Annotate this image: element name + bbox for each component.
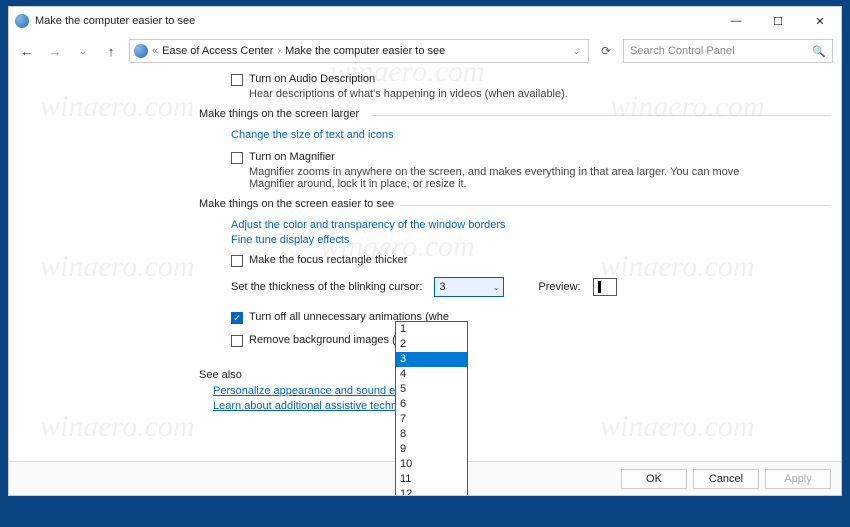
- dropdown-option[interactable]: 5: [396, 382, 467, 397]
- app-icon: [15, 14, 29, 28]
- minimize-button[interactable]: —: [715, 7, 757, 35]
- checkbox-magnifier[interactable]: Turn on Magnifier: [231, 151, 811, 164]
- dropdown-option[interactable]: 1: [396, 322, 467, 337]
- group-larger: Make things on the screen larger: [199, 108, 811, 123]
- checkbox-icon: [231, 255, 243, 267]
- crumb-dropdown[interactable]: ⌄: [568, 46, 584, 57]
- dropdown-option[interactable]: 7: [396, 412, 467, 427]
- link-personalize[interactable]: Personalize appearance and sound effects: [213, 385, 811, 397]
- checkbox-icon: [231, 74, 243, 86]
- chevron-down-icon: ⌄: [493, 283, 500, 292]
- up-button[interactable]: ↑: [101, 44, 121, 59]
- desc-audio: Hear descriptions of what's happening in…: [249, 88, 811, 100]
- breadcrumb[interactable]: « Ease of Access Center › Make the compu…: [129, 39, 589, 63]
- cursor-preview: [593, 278, 617, 296]
- dropdown-option[interactable]: 10: [396, 457, 467, 472]
- checkbox-audio-description[interactable]: Turn on Audio Description: [231, 73, 811, 86]
- search-icon: 🔍: [812, 45, 826, 58]
- dropdown-option[interactable]: 3: [396, 352, 467, 367]
- checkbox-icon-checked: ✓: [231, 312, 243, 324]
- cursor-thickness-listbox[interactable]: 1234567891011121314151617181920: [395, 321, 468, 495]
- checkbox-focus-rect[interactable]: Make the focus rectangle thicker: [231, 254, 811, 267]
- checkbox-label: Make the focus rectangle thicker: [249, 254, 407, 266]
- desc-magnifier: Magnifier zooms in anywhere on the scree…: [249, 166, 769, 190]
- dropdown-option[interactable]: 9: [396, 442, 467, 457]
- cancel-button[interactable]: Cancel: [693, 469, 759, 489]
- link-adjust-color[interactable]: Adjust the color and transparency of the…: [231, 219, 811, 231]
- link-learn-assistive[interactable]: Learn about additional assistive technol…: [213, 400, 811, 412]
- nav-toolbar: ← → ⌄ ↑ « Ease of Access Center › Make t…: [9, 35, 841, 67]
- search-placeholder: Search Control Panel: [630, 45, 735, 57]
- dropdown-value: 3: [439, 281, 492, 293]
- see-also-heading: See also: [199, 369, 811, 381]
- link-fine-tune[interactable]: Fine tune display effects: [231, 234, 811, 246]
- window-title: Make the computer easier to see: [35, 15, 715, 27]
- checkbox-icon: [231, 335, 243, 347]
- dropdown-option[interactable]: 8: [396, 427, 467, 442]
- dropdown-option[interactable]: 4: [396, 367, 467, 382]
- back-button[interactable]: ←: [17, 44, 37, 59]
- crumb-sep: ›: [277, 45, 281, 57]
- checkbox-remove-bg[interactable]: Remove background images (where avail: [231, 334, 811, 347]
- dropdown-option[interactable]: 2: [396, 337, 467, 352]
- crumb-ease-of-access[interactable]: Ease of Access Center: [162, 45, 273, 57]
- maximize-button[interactable]: ☐: [757, 7, 799, 35]
- cursor-thickness-dropdown[interactable]: 3 ⌄: [434, 277, 504, 297]
- close-button[interactable]: ✕: [799, 7, 841, 35]
- checkbox-icon: [231, 152, 243, 164]
- control-panel-icon: [134, 44, 148, 58]
- titlebar: Make the computer easier to see — ☐ ✕: [9, 7, 841, 35]
- label-cursor-thickness: Set the thickness of the blinking cursor…: [231, 281, 422, 293]
- checkbox-turn-off-animations[interactable]: ✓ Turn off all unnecessary animations (w…: [231, 311, 811, 324]
- ok-button[interactable]: OK: [621, 469, 687, 489]
- apply-button[interactable]: Apply: [765, 469, 831, 489]
- checkbox-label: Turn on Magnifier: [249, 151, 335, 163]
- crumb-sep: «: [152, 45, 158, 57]
- checkbox-label: Turn on Audio Description: [249, 73, 375, 85]
- dropdown-option[interactable]: 11: [396, 472, 467, 487]
- recent-button[interactable]: ⌄: [73, 46, 93, 57]
- dropdown-option[interactable]: 12: [396, 487, 467, 495]
- label-preview: Preview:: [538, 281, 580, 293]
- search-input[interactable]: Search Control Panel 🔍: [623, 39, 833, 63]
- crumb-current[interactable]: Make the computer easier to see: [285, 45, 445, 57]
- link-change-size[interactable]: Change the size of text and icons: [231, 129, 811, 141]
- dropdown-option[interactable]: 6: [396, 397, 467, 412]
- refresh-button[interactable]: ⟳: [597, 44, 615, 58]
- forward-button[interactable]: →: [45, 44, 65, 59]
- group-easier-see: Make things on the screen easier to see: [199, 198, 811, 213]
